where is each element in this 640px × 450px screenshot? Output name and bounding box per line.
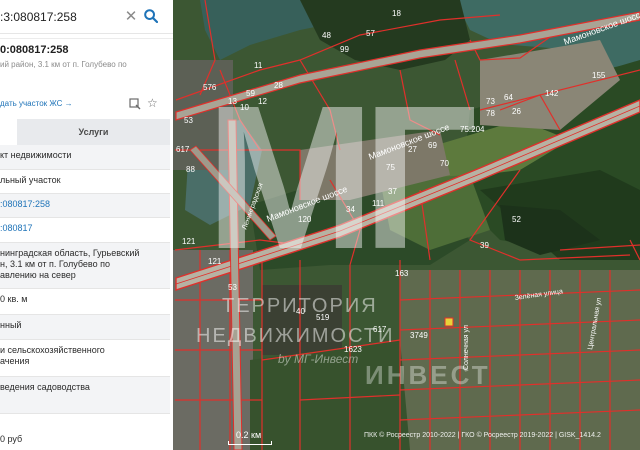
star-icon[interactable]: ☆ bbox=[147, 97, 159, 109]
list-item: ведения садоводства bbox=[0, 377, 170, 414]
list-item: 0 руб bbox=[0, 429, 170, 450]
cadastral-number-title: 0:080817:258 bbox=[0, 44, 69, 56]
svg-text:155: 155 bbox=[592, 71, 606, 80]
svg-text:142: 142 bbox=[545, 89, 559, 98]
panel-divider bbox=[0, 38, 173, 39]
svg-text:75:204: 75:204 bbox=[460, 125, 485, 134]
scale-ruler bbox=[228, 441, 272, 445]
close-icon[interactable]: ✕ bbox=[124, 8, 138, 26]
svg-text:120: 120 bbox=[298, 215, 312, 224]
svg-text:88: 88 bbox=[186, 165, 195, 174]
svg-text:11: 11 bbox=[254, 61, 263, 70]
search-bar: ✕ bbox=[0, 0, 173, 34]
svg-text:617: 617 bbox=[176, 145, 190, 154]
svg-text:99: 99 bbox=[340, 45, 349, 54]
detail-value: кт недвижимости bbox=[0, 150, 72, 160]
detail-value[interactable]: :080817 bbox=[0, 218, 170, 234]
map-pin-icon[interactable] bbox=[129, 98, 141, 110]
list-item: и сельскохозяйственного ачения bbox=[0, 340, 170, 377]
info-panel: ✕ 0:080817:258 ий район, 3.1 км от п. Го… bbox=[0, 0, 173, 450]
svg-text:111: 111 bbox=[372, 199, 385, 208]
detail-value: льный участок bbox=[0, 175, 61, 185]
svg-text:53: 53 bbox=[228, 283, 237, 292]
svg-text:27: 27 bbox=[408, 145, 417, 154]
detail-value: ведения садоводства bbox=[0, 382, 90, 392]
list-item[interactable]: :080817:258 bbox=[0, 194, 170, 218]
svg-text:10: 10 bbox=[240, 103, 249, 112]
copyright-text: ПКК © Росреестр 2010-2022 | ГКО © Росрее… bbox=[364, 432, 601, 439]
svg-text:78: 78 bbox=[486, 109, 495, 118]
svg-text:48: 48 bbox=[322, 31, 331, 40]
svg-text:3749: 3749 bbox=[410, 331, 428, 340]
svg-text:37: 37 bbox=[388, 187, 397, 196]
svg-text:12: 12 bbox=[258, 97, 267, 106]
svg-text:617: 617 bbox=[373, 325, 387, 334]
svg-text:52: 52 bbox=[512, 215, 521, 224]
list-item: нный bbox=[0, 315, 170, 340]
svg-text:75: 75 bbox=[386, 163, 395, 172]
address-subtitle: ий район, 3.1 км от п. Голубево по bbox=[0, 60, 127, 69]
svg-text:64: 64 bbox=[504, 93, 513, 102]
scale-bar: 0.2 км bbox=[228, 431, 272, 445]
svg-text:73: 73 bbox=[486, 97, 495, 106]
list-item: нинградская область, Гурьевский н, 3.1 к… bbox=[0, 243, 170, 289]
detail-value: нный bbox=[0, 320, 22, 330]
svg-text:18: 18 bbox=[392, 9, 401, 18]
tab-services[interactable]: Услуги bbox=[17, 119, 170, 145]
svg-text:53: 53 bbox=[184, 116, 193, 125]
add-plot-link[interactable]: дать участок ЖС → bbox=[0, 99, 73, 108]
svg-text:576: 576 bbox=[203, 83, 217, 92]
list-item: льный участок bbox=[0, 170, 170, 194]
svg-text:59: 59 bbox=[246, 89, 255, 98]
svg-text:57: 57 bbox=[366, 29, 375, 38]
svg-text:69: 69 bbox=[428, 141, 437, 150]
detail-value: 0 кв. м bbox=[0, 294, 28, 304]
svg-text:1623: 1623 bbox=[344, 345, 362, 354]
search-input[interactable] bbox=[0, 0, 118, 34]
list-item: 0 кв. м bbox=[0, 289, 170, 315]
magnifier-icon bbox=[144, 9, 158, 23]
svg-text:26: 26 bbox=[512, 107, 521, 116]
svg-text:34: 34 bbox=[346, 205, 355, 214]
svg-text:121: 121 bbox=[182, 237, 196, 246]
tab-info[interactable] bbox=[0, 119, 17, 145]
detail-value: 0 руб bbox=[0, 434, 23, 444]
svg-text:13: 13 bbox=[228, 97, 237, 106]
list-item: кт недвижимости bbox=[0, 145, 170, 170]
detail-value: и сельскохозяйственного ачения bbox=[0, 345, 105, 366]
scale-label: 0.2 км bbox=[236, 430, 262, 440]
svg-text:Солнечная ул: Солнечная ул bbox=[463, 325, 470, 370]
tabs: Услуги bbox=[0, 119, 170, 145]
svg-text:39: 39 bbox=[480, 241, 489, 250]
svg-text:40: 40 bbox=[296, 307, 305, 316]
svg-text:121: 121 bbox=[208, 257, 222, 266]
svg-text:28: 28 bbox=[274, 81, 283, 90]
list-item[interactable]: :080817 bbox=[0, 218, 170, 243]
svg-text:70: 70 bbox=[440, 159, 449, 168]
svg-text:163: 163 bbox=[395, 269, 409, 278]
detail-value: нинградская область, Гурьевский н, 3.1 к… bbox=[0, 248, 140, 280]
svg-text:519: 519 bbox=[316, 313, 330, 322]
search-button[interactable] bbox=[139, 3, 165, 31]
detail-value[interactable]: :080817:258 bbox=[0, 194, 170, 210]
